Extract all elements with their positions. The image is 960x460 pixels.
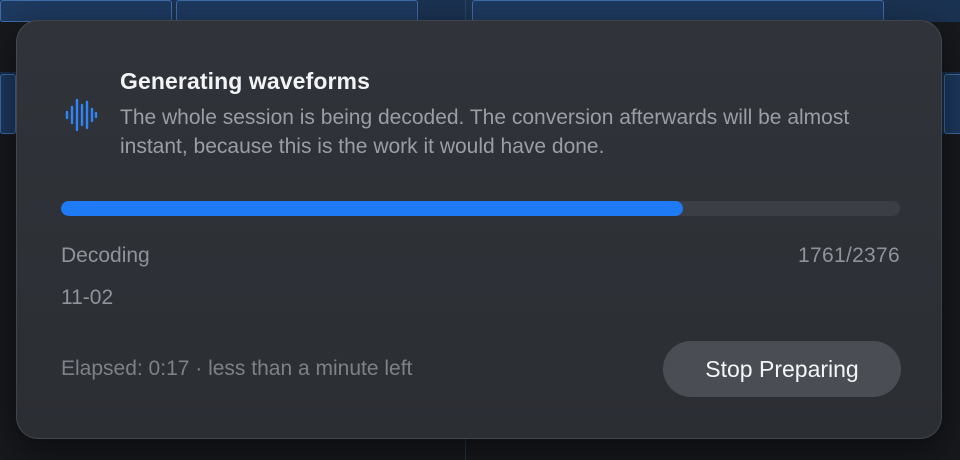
progress-bar-fill: [61, 201, 683, 216]
progress-dialog: Generating waveforms The whole session i…: [16, 20, 942, 439]
status-count: 1761/2376: [798, 244, 900, 267]
stop-preparing-button[interactable]: Stop Preparing: [663, 341, 901, 397]
elapsed-time-text: Elapsed: 0:17 · less than a minute left: [61, 357, 413, 380]
dialog-description: The whole session is being decoded. The …: [120, 106, 850, 158]
status-label: Decoding: [61, 244, 150, 267]
background-clip: [176, 0, 418, 22]
background-clip: [472, 0, 884, 22]
current-item-label: 11-02: [61, 286, 114, 309]
background-clip: [944, 74, 960, 134]
waveform-icon: [65, 98, 98, 132]
background-clip: [0, 0, 172, 22]
dialog-title: Generating waveforms: [120, 68, 370, 94]
background-clip: [0, 74, 16, 134]
progress-bar: [61, 201, 900, 216]
